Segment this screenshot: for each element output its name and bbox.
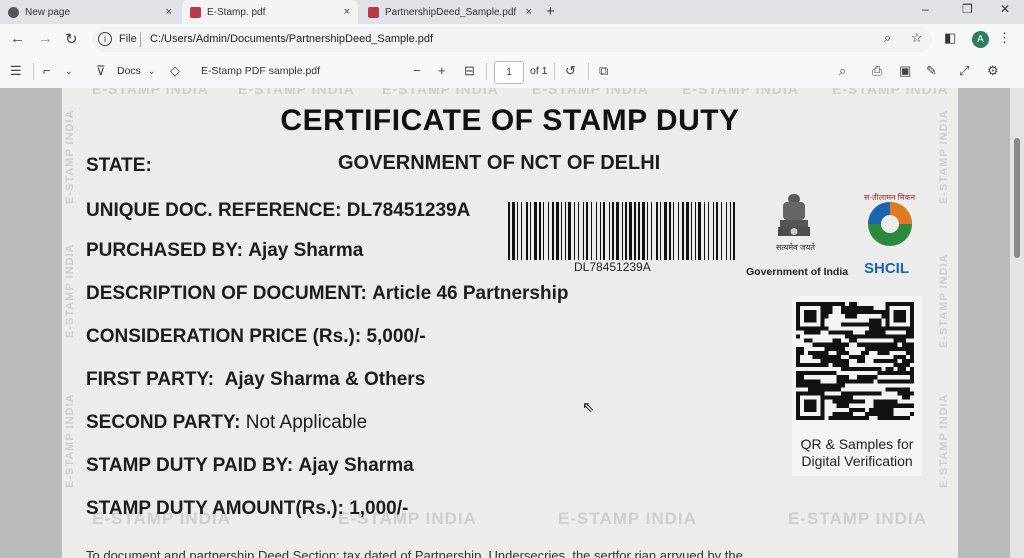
watermark: E-STAMP INDIA [238,88,355,97]
draw-icon[interactable]: ⌐ [43,63,51,78]
pdf-toolbar: ☰ ⌐ ⌄ ⊽ Docs ⌄ ◇ E-Stamp PDF sample.pdf … [0,55,1024,89]
certificate-title: CERTIFICATE OF STAMP DUTY [280,104,740,137]
fit-page-icon[interactable]: ⊟ [464,63,475,79]
body-text: To document and partnership Deed Section… [86,548,743,558]
restore-button[interactable]: ❐ [962,2,973,16]
purchased-row: PURCHASED BY: Ajay Sharma [86,240,364,261]
edit-pdf-icon[interactable]: ✎ [926,63,937,79]
minimize-button[interactable]: – [922,2,929,16]
tab-partnership-deed[interactable]: PartnershipDeed_Sample.pdf × [360,0,540,24]
tab-label: E-Stamp. pdf [207,6,266,18]
shcil-logo-icon [868,202,912,246]
bookmark-star-icon[interactable]: ☆ [911,30,923,46]
new-tab-button[interactable]: + [546,3,555,20]
info-icon[interactable]: i [98,32,112,46]
chevron-down-icon[interactable]: ⌄ [148,66,156,77]
two-page-view-icon[interactable]: ⧉ [599,63,608,79]
divider [33,63,34,80]
navigation-bar: ← → ↻ i File C:/Users/Admin/Documents/Pa… [0,24,1024,55]
watermark: E-STAMP INDIA [938,253,950,349]
side-panel-icon[interactable]: ◧ [944,30,956,46]
search-icon[interactable]: ⌕ [839,63,846,79]
scrollbar[interactable] [1010,88,1024,558]
close-tab-icon[interactable]: × [526,6,532,18]
chevron-down-icon[interactable]: ⌄ [65,66,73,77]
tab-label: PartnershipDeed_Sample.pdf [385,6,517,18]
sidebar-menu-icon[interactable]: ☰ [10,63,22,79]
emblem-motto: सत्यमेव जयते [776,243,815,252]
print-icon[interactable]: ⎙ [872,63,882,79]
docs-label[interactable]: Docs [117,65,141,77]
watermark: E-STAMP INDIA [558,509,697,528]
pdf-icon [190,6,201,18]
paid-by-row: STAMP DUTY PAID BY: Ajay Sharma [86,455,414,476]
eraser-icon[interactable]: ◇ [170,63,180,79]
scheme-label: File [119,33,137,45]
divider [554,63,555,80]
emblem-caption: Government of India [746,266,849,278]
pdf-icon [368,6,379,18]
barcode [508,202,735,260]
watermark: E-STAMP INDIA [532,88,649,97]
zoom-in-icon[interactable]: + [438,63,446,78]
watermark: E-STAMP INDIA [92,88,209,97]
tab-new-page[interactable]: New page × [0,0,180,24]
first-party-row: FIRST PARTY: Ajay Sharma & Others [86,369,426,390]
forward-arrow-icon[interactable]: → [38,30,53,47]
save-icon[interactable]: ▣ [899,63,911,79]
description-row: DESCRIPTION OF DOCUMENT: Article 46 Part… [86,283,569,304]
profile-avatar[interactable]: A [972,31,989,48]
divider [486,63,487,80]
pdf-page: E-STAMP INDIA E-STAMP INDIA E-STAMP INDI… [62,88,958,558]
consideration-row: CONSIDERATION PRICE (Rs.): 5,000/- [86,326,426,347]
watermark: E-STAMP INDIA [788,509,927,528]
second-party-row: SECOND PARTY: Not Applicable [86,412,368,433]
rotate-icon[interactable]: ↺ [565,63,576,79]
close-tab-icon[interactable]: × [344,6,350,18]
tab-strip: New page × E-Stamp. pdf × PartnershipDee… [0,0,1024,24]
filter-icon[interactable]: ⊽ [96,63,106,79]
watermark: E-STAMP INDIA [64,393,76,489]
zoom-out-icon[interactable]: − [413,63,421,78]
barcode-text: DL78451239A [574,260,651,274]
qr-caption: QR & Samples for Digital Verification [800,436,914,469]
watermark: E-STAMP INDIA [382,88,499,97]
watermark: E-STAMP INDIA [64,243,76,339]
menu-icon[interactable]: ⋮ [998,30,1011,46]
expand-icon[interactable]: ⤢ [959,63,969,79]
close-window-button[interactable]: ✕ [1000,2,1010,16]
divider [140,32,141,47]
watermark: E-STAMP INDIA [682,88,799,97]
qr-code [796,302,914,420]
globe-icon [8,6,19,18]
settings-gear-icon[interactable]: ⚙ [987,63,999,79]
close-tab-icon[interactable]: × [166,6,172,18]
tab-estamp[interactable]: E-Stamp. pdf × [182,0,358,24]
url-text[interactable]: C:/Users/Admin/Documents/PartnershipDeed… [150,33,433,45]
document-filename: E-Stamp PDF sample.pdf [201,65,321,77]
page-number-input[interactable]: 1 [494,61,524,84]
watermark: E-STAMP INDIA [938,393,950,489]
tab-label: New page [25,6,71,18]
page-count: of 1 [530,65,548,77]
zoom-icon[interactable]: ⌕ [884,30,891,46]
reference-row: UNIQUE DOC. REFERENCE: DL78451239A [86,200,471,221]
amount-row: STAMP DUTY AMOUNT(Rs.): 1,000/- [86,498,409,519]
reload-icon[interactable]: ↻ [65,30,78,48]
mouse-cursor-icon: ⇖ [582,399,595,416]
state-value: GOVERNMENT OF NCT OF DELHI [338,152,661,174]
scrollbar-thumb[interactable] [1014,138,1020,258]
address-bar[interactable]: i File C:/Users/Admin/Documents/Partners… [92,27,932,52]
back-arrow-icon[interactable]: ← [10,30,25,47]
watermark: E-STAMP INDIA [832,88,949,97]
divider [588,63,589,80]
shcil-caption: SHCIL [864,260,909,277]
state-label: STATE: [86,155,152,176]
